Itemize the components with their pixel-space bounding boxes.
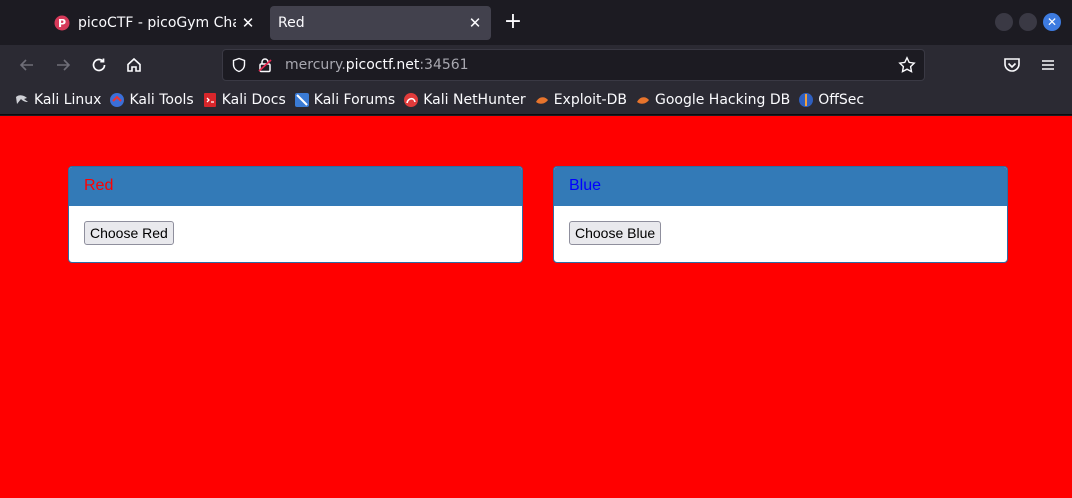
shield-icon[interactable] [231, 57, 247, 73]
bookmark-label: Exploit-DB [553, 91, 627, 108]
tab-red[interactable]: Red ✕ [270, 6, 491, 40]
blue-panel: Blue Choose Blue [553, 166, 1008, 263]
hamburger-menu-icon[interactable] [1038, 55, 1058, 75]
bookmark-label: Kali Linux [34, 91, 102, 108]
home-button[interactable] [120, 51, 148, 79]
reload-icon [92, 58, 106, 72]
window-maximize-button[interactable] [1019, 13, 1037, 31]
arrow-right-icon [57, 59, 71, 71]
bookmark-exploit-db[interactable]: Exploit-DB [534, 92, 627, 108]
bookmark-label: Kali NetHunter [423, 91, 526, 108]
bookmark-kali-nethunter[interactable]: Kali NetHunter [403, 91, 526, 108]
blue-panel-heading: Blue [554, 167, 1007, 206]
bookmark-google-hacking-db[interactable]: Google Hacking DB [635, 92, 790, 108]
blue-panel-body: Choose Blue [554, 206, 1007, 260]
window-close-button[interactable]: ✕ [1043, 13, 1061, 31]
url-port: :34561 [419, 57, 469, 73]
url-domain: picoctf.net [345, 57, 420, 73]
red-panel-body: Choose Red [69, 206, 522, 260]
choose-blue-button[interactable]: Choose Blue [569, 221, 662, 245]
bookmark-label: Kali Forums [313, 91, 396, 108]
kali-forums-icon [294, 92, 309, 107]
home-icon [127, 57, 141, 72]
pocket-icon[interactable] [1002, 55, 1022, 75]
tab-picoctf[interactable]: P picoCTF - picoGym Challe ✕ [46, 6, 264, 40]
bookmark-label: Kali Tools [129, 91, 194, 108]
exploit-db-icon [535, 96, 548, 104]
red-panel-heading: Red [69, 167, 522, 206]
bookmark-kali-tools[interactable]: Kali Tools [109, 91, 194, 108]
new-tab-button[interactable]: + [500, 10, 526, 36]
ghdb-icon [636, 96, 649, 104]
bookmarks-toolbar: Kali Linux Kali Tools Kali Docs Kali For… [0, 85, 1072, 115]
back-button[interactable] [13, 51, 41, 79]
bookmark-label: OffSec [818, 91, 865, 108]
window-minimize-button[interactable] [995, 13, 1013, 31]
choose-red-button[interactable]: Choose Red [84, 221, 174, 245]
tab-title: picoCTF - picoGym Challe [78, 15, 236, 31]
kali-dragon-icon [16, 94, 28, 104]
arrow-left-icon [19, 59, 33, 71]
picoctf-icon: P [54, 15, 70, 31]
kali-tools-icon [110, 92, 125, 107]
offsec-icon [799, 92, 814, 107]
tab-close-icon[interactable]: ✕ [236, 14, 260, 32]
navigation-toolbar: mercury.picoctf.net:34561 [0, 45, 1072, 85]
url-prefix: mercury. [285, 57, 346, 73]
url-text: mercury.picoctf.net:34561 [285, 57, 469, 73]
bookmark-star-icon[interactable] [898, 56, 916, 74]
forward-button[interactable] [49, 51, 77, 79]
insecure-lock-icon[interactable] [257, 57, 273, 73]
bookmark-label: Google Hacking DB [654, 91, 791, 108]
red-panel: Red Choose Red [68, 166, 523, 263]
bookmark-kali-docs[interactable]: Kali Docs [202, 92, 286, 108]
tab-title: Red [278, 15, 305, 31]
nethunter-icon [404, 92, 419, 107]
tab-strip: P picoCTF - picoGym Challe ✕ Red ✕ + ✕ [0, 0, 1072, 45]
svg-text:P: P [58, 17, 66, 30]
tab-close-icon[interactable]: ✕ [463, 14, 487, 32]
address-bar[interactable]: mercury.picoctf.net:34561 [222, 49, 925, 81]
bookmark-kali-linux[interactable]: Kali Linux [14, 92, 101, 108]
bookmark-kali-forums[interactable]: Kali Forums [294, 92, 395, 108]
page-content: Red Choose Red Blue Choose Blue [0, 116, 1072, 498]
kali-docs-icon [203, 92, 216, 107]
reload-button[interactable] [85, 51, 113, 79]
bookmark-offsec[interactable]: OffSec [798, 92, 864, 108]
bookmark-label: Kali Docs [221, 91, 286, 108]
